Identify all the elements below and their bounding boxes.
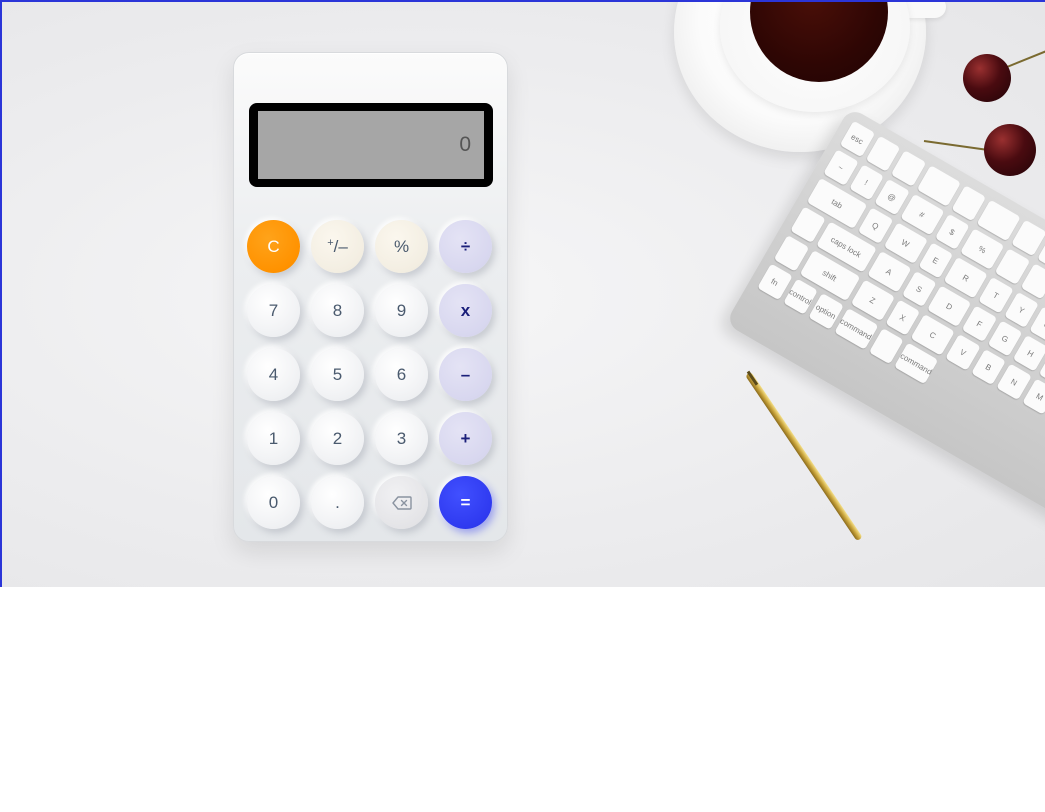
- clear-label: C: [267, 236, 280, 256]
- nine-label: 9: [396, 300, 407, 320]
- multiply-button[interactable]: x: [439, 284, 492, 337]
- decimal-label: .: [335, 492, 340, 512]
- keyboard-key: H: [1013, 335, 1045, 372]
- two-button[interactable]: 2: [311, 412, 364, 465]
- clear-button[interactable]: C: [247, 220, 300, 273]
- keyboard-key: [1011, 219, 1045, 257]
- zero-button[interactable]: 0: [247, 476, 300, 529]
- keypad: C +/– % ÷ 7 8 9 x 4 5 6 – 1 2 3 + 0 . =: [247, 220, 497, 529]
- display-frame: 0: [249, 103, 493, 187]
- plus-minus-sup: +: [327, 236, 334, 249]
- subtract-label: –: [460, 364, 471, 384]
- multiply-label: x: [460, 300, 471, 320]
- nine-button[interactable]: 9: [375, 284, 428, 337]
- six-button[interactable]: 6: [375, 348, 428, 401]
- six-label: 6: [396, 364, 407, 384]
- percent-button[interactable]: %: [375, 220, 428, 273]
- eight-button[interactable]: 8: [311, 284, 364, 337]
- eight-label: 8: [332, 300, 343, 320]
- four-label: 4: [268, 364, 279, 384]
- two-label: 2: [332, 428, 343, 448]
- display-value: 0: [459, 133, 471, 156]
- equals-button[interactable]: =: [439, 476, 492, 529]
- backspace-icon: [391, 495, 412, 510]
- calculator-display: 0: [258, 111, 484, 179]
- calculator: 0 C +/– % ÷ 7 8 9 x 4 5 6 – 1 2 3 + 0 . …: [233, 52, 508, 542]
- subtract-button[interactable]: –: [439, 348, 492, 401]
- zero-label: 0: [268, 492, 279, 512]
- plus-minus-label: +/–: [327, 237, 348, 257]
- pen-image: [745, 371, 863, 542]
- one-label: 1: [268, 428, 279, 448]
- five-button[interactable]: 5: [311, 348, 364, 401]
- plus-minus-button[interactable]: +/–: [311, 220, 364, 273]
- decimal-button[interactable]: .: [311, 476, 364, 529]
- three-button[interactable]: 3: [375, 412, 428, 465]
- seven-button[interactable]: 7: [247, 284, 300, 337]
- divide-button[interactable]: ÷: [439, 220, 492, 273]
- cherry-image: [963, 54, 1011, 102]
- percent-label: %: [393, 236, 410, 256]
- desk-background: esc~!@#$%tabQWERTYUcaps lockASDFGHJshift…: [0, 0, 1045, 587]
- cherry-image: [984, 124, 1036, 176]
- one-button[interactable]: 1: [247, 412, 300, 465]
- four-button[interactable]: 4: [247, 348, 300, 401]
- add-label: +: [460, 428, 471, 448]
- equals-label: =: [460, 492, 471, 512]
- divide-label: ÷: [460, 236, 471, 256]
- three-label: 3: [396, 428, 407, 448]
- five-label: 5: [332, 364, 343, 384]
- add-button[interactable]: +: [439, 412, 492, 465]
- seven-label: 7: [268, 300, 279, 320]
- backspace-button[interactable]: [375, 476, 428, 529]
- plus-minus-rest: /–: [333, 236, 348, 256]
